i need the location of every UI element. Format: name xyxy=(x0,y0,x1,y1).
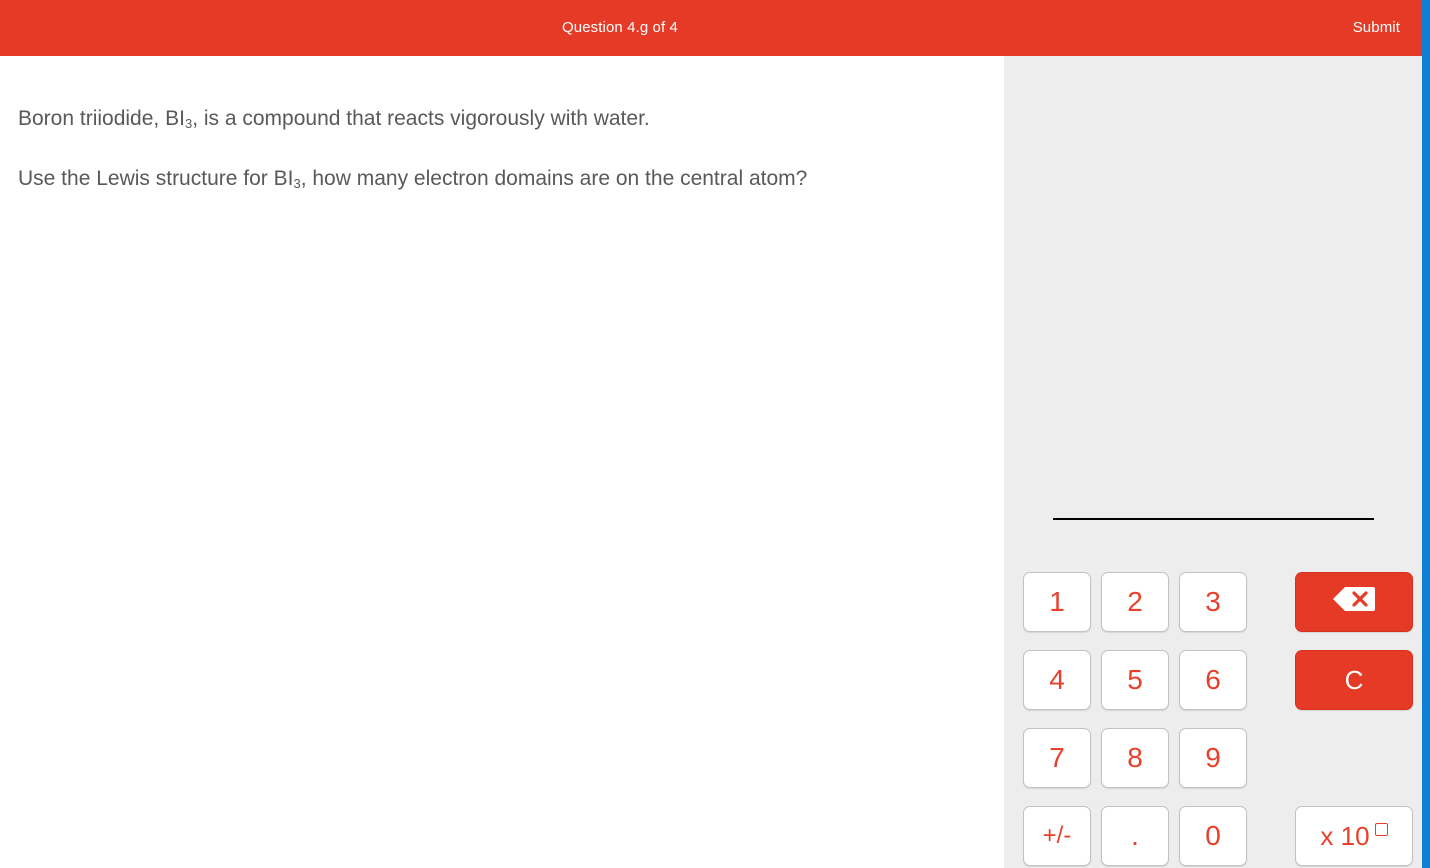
question-line-1-subscript: 3 xyxy=(184,116,193,131)
keypad-row-3: 7 8 9 xyxy=(1023,728,1422,806)
keypad-column-gap xyxy=(1257,650,1295,710)
question-line-2: Use the Lewis structure for BI3, how man… xyxy=(18,164,818,195)
key-5[interactable]: 5 xyxy=(1101,650,1169,710)
question-line-1: Boron triiodide, BI3, is a compound that… xyxy=(18,104,818,135)
backspace-button[interactable] xyxy=(1295,572,1413,632)
numeric-keypad: 1 2 3 4 5 6 C 7 8 9 +/- . 0 x 10 xyxy=(1023,572,1422,868)
keypad-column-gap xyxy=(1257,572,1295,632)
key-9[interactable]: 9 xyxy=(1179,728,1247,788)
question-line-2-subscript: 3 xyxy=(293,176,301,191)
key-3[interactable]: 3 xyxy=(1179,572,1247,632)
key-4[interactable]: 4 xyxy=(1023,650,1091,710)
answer-input-underline[interactable] xyxy=(1053,518,1374,520)
backspace-icon xyxy=(1332,585,1376,620)
key-6[interactable]: 6 xyxy=(1179,650,1247,710)
question-content-pane: Boron triiodide, BI3, is a compound that… xyxy=(0,56,1004,868)
page-title: Question 4.g of 4 xyxy=(562,19,678,36)
question-line-1-suffix: , is a compound that reacts vigorously w… xyxy=(192,107,650,130)
scientific-notation-label: x 10 xyxy=(1320,820,1370,851)
key-decimal-point[interactable]: . xyxy=(1101,806,1169,866)
clear-button[interactable]: C xyxy=(1295,650,1413,710)
key-2[interactable]: 2 xyxy=(1101,572,1169,632)
key-0[interactable]: 0 xyxy=(1179,806,1247,866)
keypad-row-4: +/- . 0 x 10 xyxy=(1023,806,1422,868)
key-sign-toggle[interactable]: +/- xyxy=(1023,806,1091,866)
keypad-row-2: 4 5 6 C xyxy=(1023,650,1422,728)
question-line-1-prefix: Boron triiodide, BI xyxy=(18,107,185,130)
scientific-notation-button[interactable]: x 10 xyxy=(1295,806,1413,866)
assessment-screen: Question 4.g of 4 Submit Boron triiodide… xyxy=(0,0,1430,868)
exponent-placeholder-box xyxy=(1374,822,1388,836)
answer-keypad-pane: 1 2 3 4 5 6 C 7 8 9 +/- . 0 x 10 xyxy=(1004,56,1422,868)
keypad-column-gap xyxy=(1257,806,1295,866)
question-text-block: Boron triiodide, BI3, is a compound that… xyxy=(18,104,818,195)
key-7[interactable]: 7 xyxy=(1023,728,1091,788)
question-line-2-suffix: , how many electron domains are on the c… xyxy=(300,167,808,190)
keypad-row-1: 1 2 3 xyxy=(1023,572,1422,650)
keypad-column-gap xyxy=(1257,728,1295,788)
key-8[interactable]: 8 xyxy=(1101,728,1169,788)
key-1[interactable]: 1 xyxy=(1023,572,1091,632)
page-scrollbar[interactable] xyxy=(1422,0,1430,868)
question-line-2-prefix: Use the Lewis structure for BI xyxy=(18,167,294,190)
top-header-bar: Question 4.g of 4 Submit xyxy=(0,0,1422,56)
submit-button[interactable]: Submit xyxy=(1353,0,1400,56)
